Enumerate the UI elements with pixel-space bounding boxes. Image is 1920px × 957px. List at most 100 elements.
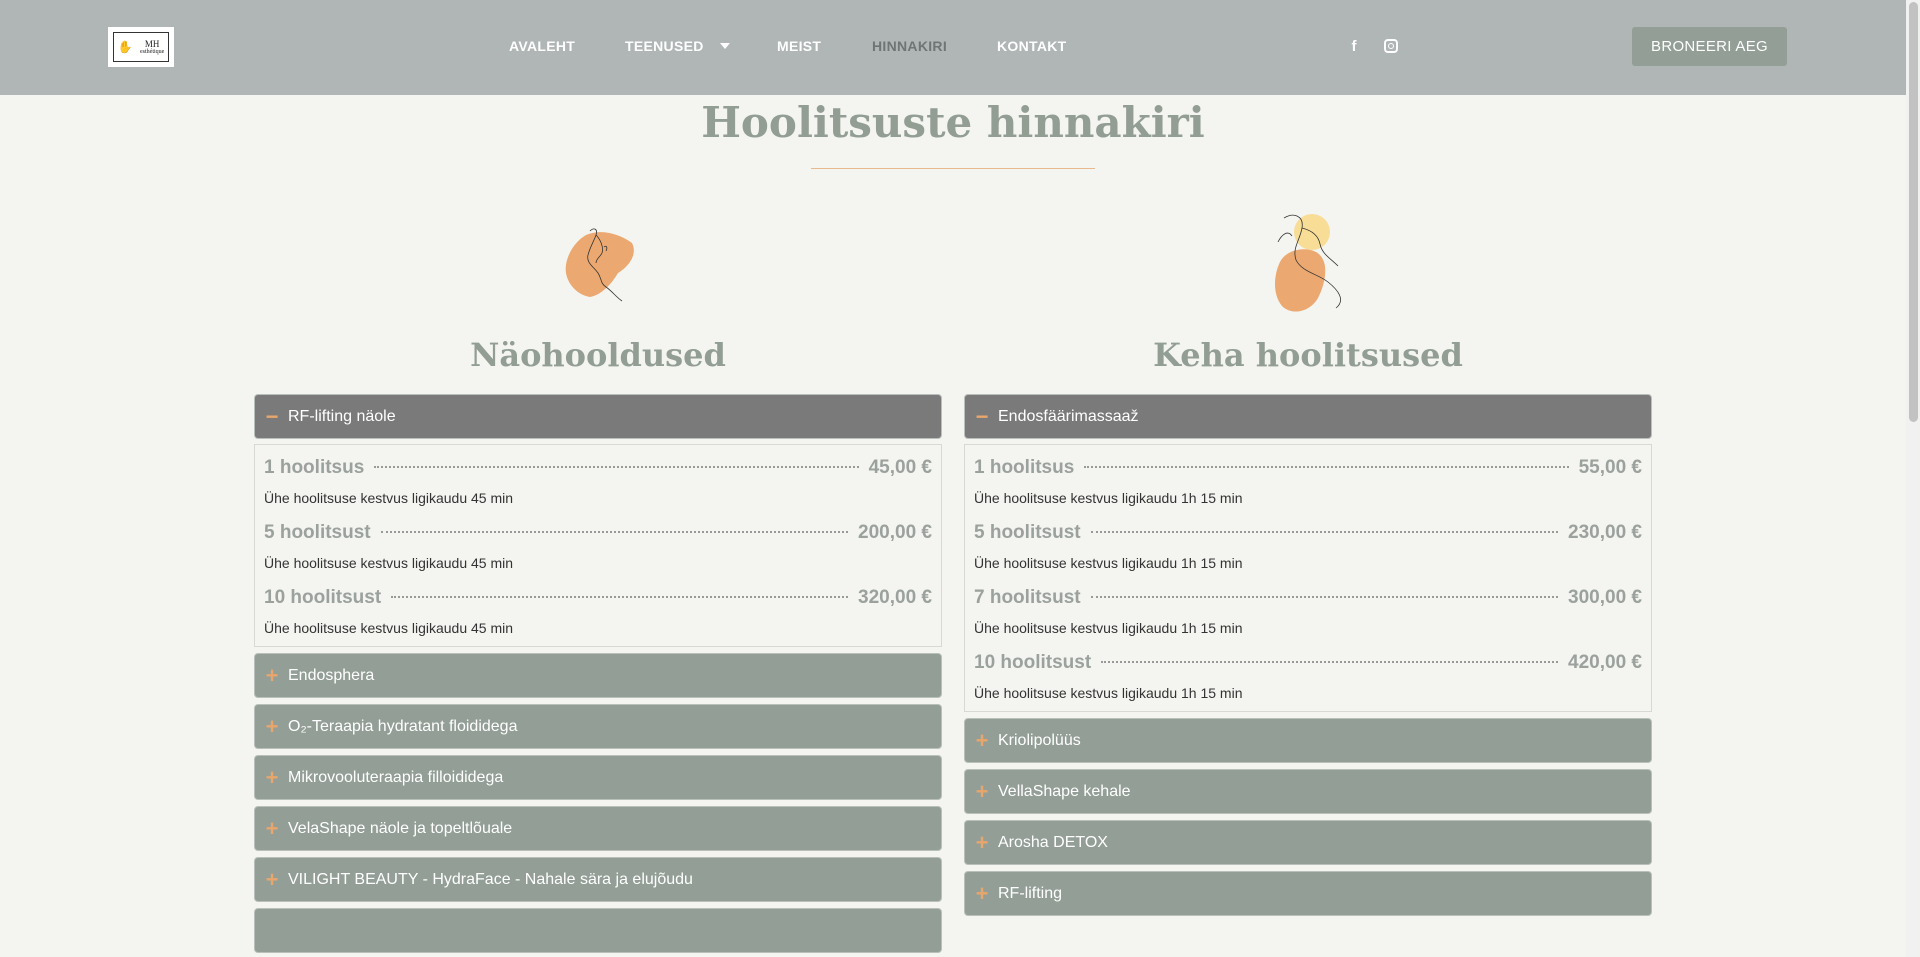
accordion-label: VellaShape kehale <box>998 782 1131 800</box>
price-description: Ühe hoolitsuse kestvus ligikaudu 1h 15 m… <box>974 490 1243 506</box>
accordion-label: VILIGHT BEAUTY - HydraFace - Nahale sära… <box>288 870 693 888</box>
accordion-label: RF-lifting näole <box>288 407 396 425</box>
price-row: 5 hoolitsust 200,00 € <box>264 522 932 552</box>
book-label: BRONEERI AEG <box>1651 38 1768 55</box>
page-title: Hoolitsuste hinnakiri <box>701 98 1205 147</box>
price-description: Ühe hoolitsuse kestvus ligikaudu 1h 15 m… <box>974 555 1243 571</box>
accordion-header-partial[interactable] <box>254 908 942 953</box>
price-row: 10 hoolitsust 420,00 € <box>974 652 1642 682</box>
site-header: ✋ MH esthétique AVALEHT TEENUSED MEIST H… <box>0 0 1906 95</box>
nav-label: HINNAKIRI <box>872 38 948 54</box>
price-name: 7 hoolitsust <box>974 587 1081 608</box>
accordion-label: Endosphera <box>288 666 375 684</box>
price-value: 420,00 € <box>1568 652 1642 673</box>
accordion-header-velashape-naole[interactable]: + VelaShape näole ja topeltlõuale <box>254 806 942 851</box>
plus-icon: + <box>265 815 279 841</box>
nav-label: TEENUSED <box>625 38 704 54</box>
accordion-header-arosha-detox[interactable]: + Arosha DETOX <box>964 820 1652 865</box>
chevron-down-icon <box>719 43 730 49</box>
price-value: 45,00 € <box>868 457 932 478</box>
plus-icon: + <box>975 880 989 906</box>
plus-icon: + <box>975 778 989 804</box>
price-description: Ühe hoolitsuse kestvus ligikaudu 1h 15 m… <box>974 620 1243 636</box>
price-row: 7 hoolitsust 300,00 € <box>974 587 1642 617</box>
nav-avaleht[interactable]: AVALEHT <box>509 38 575 54</box>
dotted-leader <box>380 531 849 533</box>
title-divider <box>811 168 1095 169</box>
price-name: 5 hoolitsust <box>974 522 1081 543</box>
instagram-icon[interactable] <box>1383 38 1399 54</box>
plus-icon: + <box>265 662 279 688</box>
facebook-icon[interactable]: f <box>1346 37 1362 55</box>
page-scrollbar[interactable] <box>1906 0 1920 957</box>
nav-label: KONTAKT <box>997 38 1067 54</box>
price-description: Ühe hoolitsuse kestvus ligikaudu 45 min <box>264 620 514 636</box>
logo[interactable]: ✋ MH esthétique <box>108 27 174 67</box>
price-row: 10 hoolitsust 320,00 € <box>264 587 932 617</box>
logo-hand-icon: ✋ <box>117 40 133 54</box>
body-accordion: − Endosfäärimassaaž 1 hoolitsus 55,00 € … <box>964 394 1652 922</box>
price-description: Ühe hoolitsuse kestvus ligikaudu 1h 15 m… <box>974 685 1243 701</box>
accordion-label: Endosfäärimassaaž <box>998 407 1139 425</box>
plus-icon: + <box>265 866 279 892</box>
accordion-body-face: 1 hoolitsus 45,00 € Ühe hoolitsuse kestv… <box>254 444 942 647</box>
body-section-title: Keha hoolitsused <box>1153 336 1463 374</box>
facebook-glyph: f <box>1351 37 1357 55</box>
book-appointment-button[interactable]: BRONEERI AEG <box>1632 27 1787 66</box>
dotted-leader <box>1084 466 1569 468</box>
dotted-leader <box>374 466 859 468</box>
body-illustration-icon <box>1275 214 1341 312</box>
price-name: 10 hoolitsust <box>974 652 1092 673</box>
accordion-label: RF-lifting <box>998 884 1063 902</box>
scrollbar-thumb[interactable] <box>1909 2 1918 422</box>
dotted-leader <box>1090 531 1559 533</box>
accordion-body-body: 1 hoolitsus 55,00 € Ühe hoolitsuse kestv… <box>964 444 1652 712</box>
minus-icon: − <box>265 403 279 429</box>
accordion-header-o2-teraapia[interactable]: + O₂-Teraapia hydratant floididega <box>254 704 942 749</box>
accordion-header-vilight-beauty[interactable]: + VILIGHT BEAUTY - HydraFace - Nahale sä… <box>254 857 942 902</box>
nav-hinnakiri[interactable]: HINNAKIRI <box>872 38 947 54</box>
plus-icon: + <box>975 727 989 753</box>
face-illustration-icon <box>565 228 634 302</box>
price-name: 5 hoolitsust <box>264 522 371 543</box>
nav-teenused[interactable]: TEENUSED <box>625 38 730 54</box>
dotted-leader <box>391 596 849 598</box>
accordion-label: Mikrovooluteraapia filloididega <box>288 768 504 786</box>
instagram-glyph <box>1384 39 1398 53</box>
price-row: 1 hoolitsus 55,00 € <box>974 457 1642 487</box>
price-value: 320,00 € <box>858 587 932 608</box>
accordion-header-vellashape-kehale[interactable]: + VellaShape kehale <box>964 769 1652 814</box>
plus-icon: + <box>265 713 279 739</box>
accordion-header-endosfaarimassaaz[interactable]: − Endosfäärimassaaž <box>964 394 1652 439</box>
nav-label: AVALEHT <box>509 38 576 54</box>
accordion-label: Kriolipolüüs <box>998 731 1081 749</box>
nav-meist[interactable]: MEIST <box>777 38 821 54</box>
price-name: 1 hoolitsus <box>264 457 365 478</box>
price-value: 200,00 € <box>858 522 932 543</box>
price-row: 5 hoolitsust 230,00 € <box>974 522 1642 552</box>
logo-line2: esthétique <box>139 48 165 55</box>
accordion-header-rf-lifting[interactable]: + RF-lifting <box>964 871 1652 916</box>
dotted-leader <box>1101 661 1559 663</box>
price-description: Ühe hoolitsuse kestvus ligikaudu 45 min <box>264 490 514 506</box>
price-value: 300,00 € <box>1568 587 1642 608</box>
nav-kontakt[interactable]: KONTAKT <box>997 38 1067 54</box>
logo-line1: MH <box>144 38 160 49</box>
logo-frame: ✋ MH esthétique <box>113 32 169 62</box>
accordion-header-mikrovooluteraapia[interactable]: + Mikrovooluteraapia filloididega <box>254 755 942 800</box>
accordion-label: O₂-Teraapia hydratant floididega <box>288 717 518 735</box>
price-name: 10 hoolitsust <box>264 587 382 608</box>
accordion-label: VelaShape näole ja topeltlõuale <box>288 819 513 837</box>
face-accordion: − RF-lifting näole 1 hoolitsus 45,00 € Ü… <box>254 394 942 957</box>
accordion-header-rf-lifting-naole[interactable]: − RF-lifting näole <box>254 394 942 439</box>
price-name: 1 hoolitsus <box>974 457 1075 478</box>
price-row: 1 hoolitsus 45,00 € <box>264 457 932 487</box>
price-value: 55,00 € <box>1578 457 1642 478</box>
price-description: Ühe hoolitsuse kestvus ligikaudu 45 min <box>264 555 514 571</box>
accordion-header-endosphera[interactable]: + Endosphera <box>254 653 942 698</box>
face-section-title: Näohooldused <box>470 336 726 374</box>
nav-label: MEIST <box>777 38 822 54</box>
price-value: 230,00 € <box>1568 522 1642 543</box>
logo-text: MH esthétique <box>139 38 165 55</box>
accordion-header-kriolipoluus[interactable]: + Kriolipolüüs <box>964 718 1652 763</box>
